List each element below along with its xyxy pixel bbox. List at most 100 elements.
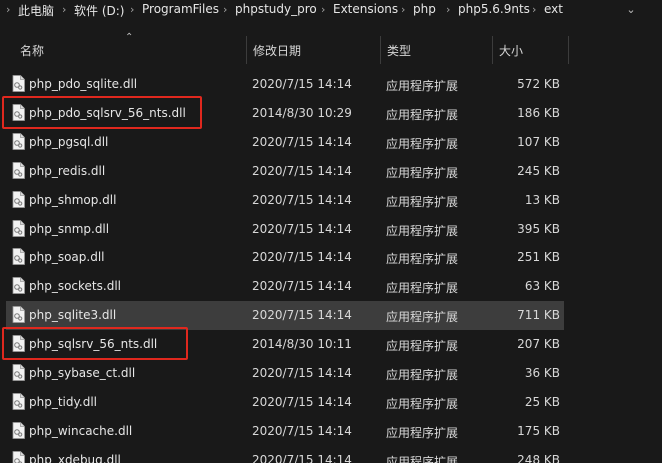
address-bar[interactable]: › 此电脑 › 软件 (D:) › ProgramFiles › phpstudy_pro › E… <box>0 0 662 22</box>
file-name: php_shmop.dll <box>29 192 117 207</box>
dll-file-icon <box>12 364 25 381</box>
column-header-size[interactable]: 大小 <box>499 42 523 59</box>
file-modified: 2014/8/30 10:11 <box>252 337 352 352</box>
file-modified: 2020/7/15 14:14 <box>252 163 352 178</box>
file-row[interactable]: php_sqlite3.dll 2020/7/15 14:14 应用程序扩展 711 … <box>6 301 564 331</box>
file-modified: 2020/7/15 14:14 <box>252 134 352 149</box>
file-modified: 2020/7/15 14:14 <box>252 366 352 380</box>
file-row[interactable]: php_soap.dll 2020/7/15 14:14 应用程序扩展 251 KB <box>6 243 564 272</box>
file-row[interactable]: php_tidy.dll 2020/7/15 14:14 应用程序扩展 25 KB <box>6 388 564 417</box>
file-size: 63 KB <box>524 279 560 294</box>
chevron-right-icon[interactable]: › <box>62 3 66 16</box>
sort-up-icon: ⌃ <box>125 32 134 43</box>
file-modified: 2020/7/15 14:14 <box>252 77 352 91</box>
file-size: 107 KB <box>517 134 560 149</box>
file-size: 36 KB <box>524 366 560 380</box>
column-divider[interactable] <box>246 36 247 64</box>
file-name: php_pgsql.dll <box>29 134 109 149</box>
file-row[interactable]: php_xdebug.dll 2020/7/15 14:14 应用程序扩展 248 K… <box>6 446 564 463</box>
file-row[interactable]: php_wincache.dll 2020/7/15 14:14 应用程序扩展 175… <box>6 417 564 446</box>
breadcrumb-item[interactable]: 软件 (D:) <box>74 2 124 19</box>
dll-file-icon <box>12 306 25 324</box>
file-size: 175 KB <box>517 423 560 438</box>
breadcrumb-item[interactable]: php <box>413 2 436 16</box>
dll-file-icon <box>12 132 25 150</box>
file-size: 395 KB <box>517 221 560 236</box>
chevron-right-icon[interactable]: › <box>321 3 325 16</box>
file-row[interactable]: php_snmp.dll 2020/7/15 14:14 应用程序扩展 395 KB <box>6 215 564 244</box>
file-row[interactable]: php_pdo_sqlite.dll 2020/7/15 14:14 应用程序扩展 5… <box>6 70 564 99</box>
file-size: 572 KB <box>517 77 560 91</box>
file-name: php_sockets.dll <box>29 279 121 294</box>
annotation-highlight-box <box>2 327 188 361</box>
file-modified: 2020/7/15 14:14 <box>252 221 352 236</box>
file-type: 应用程序扩展 <box>386 194 459 209</box>
chevron-right-icon[interactable]: › <box>532 3 536 16</box>
file-type: 应用程序扩展 <box>386 281 459 296</box>
file-modified: 2020/7/15 14:14 <box>252 423 352 438</box>
file-type: 应用程序扩展 <box>386 368 459 382</box>
file-modified: 2020/7/15 14:14 <box>252 192 352 207</box>
file-name: php_snmp.dll <box>29 221 110 236</box>
file-modified: 2020/7/15 14:14 <box>252 452 352 463</box>
file-type: 应用程序扩展 <box>386 425 459 440</box>
file-name: php_sqlite3.dll <box>29 308 117 323</box>
chevron-right-icon[interactable]: › <box>223 3 227 16</box>
chevron-right-icon[interactable]: › <box>446 3 450 16</box>
file-row[interactable]: php_sybase_ct.dll 2020/7/15 14:14 应用程序扩展 36… <box>6 359 564 388</box>
file-type: 应用程序扩展 <box>386 339 459 354</box>
file-size: 245 KB <box>517 163 560 178</box>
chevron-right-icon[interactable]: › <box>401 3 405 16</box>
file-name: php_redis.dll <box>29 163 106 178</box>
column-header-name[interactable]: 名称 <box>20 42 44 59</box>
file-size: 13 KB <box>524 192 560 207</box>
dll-file-icon <box>12 161 25 179</box>
annotation-highlight-box <box>2 95 202 129</box>
file-type: 应用程序扩展 <box>386 252 459 267</box>
column-divider[interactable] <box>568 36 569 64</box>
dll-file-icon <box>12 277 25 295</box>
chevron-right-icon[interactable]: › <box>130 3 134 16</box>
column-divider[interactable] <box>380 36 381 64</box>
chevron-down-icon[interactable]: ⌄ <box>620 1 642 19</box>
file-size: 248 KB <box>517 452 560 463</box>
dll-file-icon <box>12 450 25 463</box>
file-type: 应用程序扩展 <box>386 107 459 122</box>
file-row[interactable]: php_sockets.dll 2020/7/15 14:14 应用程序扩展 63 K… <box>6 272 564 301</box>
dll-file-icon <box>12 219 25 237</box>
breadcrumb-item[interactable]: phpstudy_pro <box>235 2 317 16</box>
file-size: 186 KB <box>517 105 560 120</box>
breadcrumb-item[interactable]: Extensions <box>333 2 398 16</box>
file-type: 应用程序扩展 <box>386 310 459 325</box>
file-name: php_tidy.dll <box>29 394 97 409</box>
file-row[interactable]: php_pgsql.dll 2020/7/15 14:14 应用程序扩展 107 KB <box>6 128 564 157</box>
file-type: 应用程序扩展 <box>386 136 459 151</box>
file-type: 应用程序扩展 <box>386 223 459 238</box>
file-name: php_xdebug.dll <box>29 452 121 463</box>
breadcrumb-item[interactable]: ProgramFiles <box>142 2 219 16</box>
dll-file-icon <box>12 421 25 439</box>
file-modified: 2020/7/15 14:14 <box>252 279 352 294</box>
file-modified: 2020/7/15 14:14 <box>252 250 352 265</box>
file-type: 应用程序扩展 <box>386 165 459 180</box>
file-type: 应用程序扩展 <box>386 79 459 93</box>
file-type: 应用程序扩展 <box>386 396 459 411</box>
file-modified: 2020/7/15 14:14 <box>252 308 352 323</box>
file-modified: 2014/8/30 10:29 <box>252 105 352 120</box>
breadcrumb-item[interactable]: ext <box>544 2 563 16</box>
file-modified: 2020/7/15 14:14 <box>252 394 352 409</box>
file-size: 207 KB <box>517 337 560 352</box>
file-name: php_pdo_sqlite.dll <box>29 77 138 91</box>
file-size: 711 KB <box>517 308 560 323</box>
file-row[interactable]: php_shmop.dll 2020/7/15 14:14 应用程序扩展 13 KB <box>6 186 564 215</box>
breadcrumb-item[interactable]: 此电脑 <box>18 2 54 19</box>
file-size: 25 KB <box>524 394 560 409</box>
column-header-type[interactable]: 类型 <box>387 42 411 59</box>
chevron-right-icon[interactable]: › <box>6 3 10 16</box>
file-name: php_soap.dll <box>29 250 105 265</box>
file-row[interactable]: php_redis.dll 2020/7/15 14:14 应用程序扩展 245 KB <box>6 157 564 186</box>
dll-file-icon <box>12 392 25 410</box>
breadcrumb-item[interactable]: php5.6.9nts <box>458 2 530 16</box>
column-divider[interactable] <box>492 36 493 64</box>
column-header-modified[interactable]: 修改日期 <box>253 42 301 59</box>
